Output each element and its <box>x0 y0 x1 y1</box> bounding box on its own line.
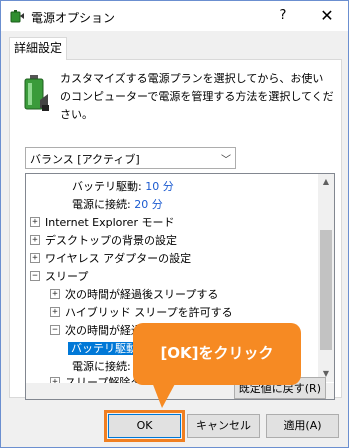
chevron-down-icon: ﹀ <box>221 155 231 166</box>
tree-item-desktop-bg[interactable]: + デスクトップの背景の設定 <box>30 232 177 249</box>
tree-item-sleep-after[interactable]: + 次の時間が経過後スリープする <box>50 286 218 303</box>
tree-item-ie-mode[interactable]: + Internet Explorer モード <box>30 214 174 231</box>
instruction-callout: [OK]をクリック <box>133 323 301 385</box>
tree-item-label: 電源に接続: <box>72 360 135 373</box>
title-bar: 電源オプション ? ✕ <box>1 1 348 31</box>
collapse-icon[interactable]: − <box>30 271 40 281</box>
window-title: 電源オプション <box>31 11 116 25</box>
ok-button[interactable]: OK <box>108 414 181 438</box>
vertical-scrollbar[interactable]: ▲ ▼ <box>318 174 334 382</box>
tree-item-value[interactable]: 20 分 <box>134 198 163 211</box>
expand-icon[interactable]: + <box>30 253 40 263</box>
help-button[interactable]: ? <box>263 1 303 31</box>
callout-tail <box>152 382 176 408</box>
tree-item-plugged[interactable]: 電源に接続: 20 分 <box>72 196 163 213</box>
tab-advanced-settings[interactable]: 詳細設定 <box>9 37 67 60</box>
tree-item-label: バッテリ駆動: <box>72 180 146 193</box>
collapse-icon[interactable]: − <box>50 325 60 335</box>
tree-item-wireless[interactable]: + ワイヤレス アダプターの設定 <box>30 250 191 267</box>
tree-item-label: 電源に接続: <box>72 198 135 211</box>
tree-item-label: デスクトップの背景の設定 <box>45 234 177 247</box>
tree-item-battery[interactable]: バッテリ駆動: 10 分 <box>72 178 174 195</box>
tree-item-label: Internet Explorer モード <box>45 216 175 229</box>
apply-button[interactable]: 適用(A) <box>266 414 339 438</box>
tree-item-label: 次の時間が経過後スリープする <box>65 288 219 301</box>
power-plan-dropdown[interactable]: バランス [アクティブ] ﹀ <box>25 147 236 169</box>
close-button[interactable]: ✕ <box>307 1 347 31</box>
expand-icon[interactable]: + <box>50 307 60 317</box>
tree-item-sleep[interactable]: − スリープ <box>30 268 88 285</box>
tree-item-hybrid-sleep[interactable]: + ハイブリッド スリープを許可する <box>50 304 233 321</box>
tree-item-label: ワイヤレス アダプターの設定 <box>45 252 192 265</box>
expand-icon[interactable]: + <box>30 235 40 245</box>
tree-item-value[interactable]: 10 分 <box>145 180 174 193</box>
power-options-icon <box>10 10 24 23</box>
battery-icon <box>24 75 49 111</box>
expand-icon[interactable]: + <box>50 289 60 299</box>
description-text: カスタマイズする電源プランを選択してから、お使いのコンピューターで電源を管理する… <box>60 72 334 121</box>
cancel-button[interactable]: キャンセル <box>187 414 260 438</box>
tree-item-label: ハイブリッド スリープを許可する <box>65 306 233 319</box>
scroll-thumb[interactable] <box>320 230 332 350</box>
expand-icon[interactable]: + <box>30 217 40 227</box>
scroll-up-icon[interactable]: ▲ <box>318 174 334 190</box>
tree-item-label: スリープ <box>45 270 89 283</box>
power-plan-value: バランス [アクティブ] <box>30 153 140 166</box>
